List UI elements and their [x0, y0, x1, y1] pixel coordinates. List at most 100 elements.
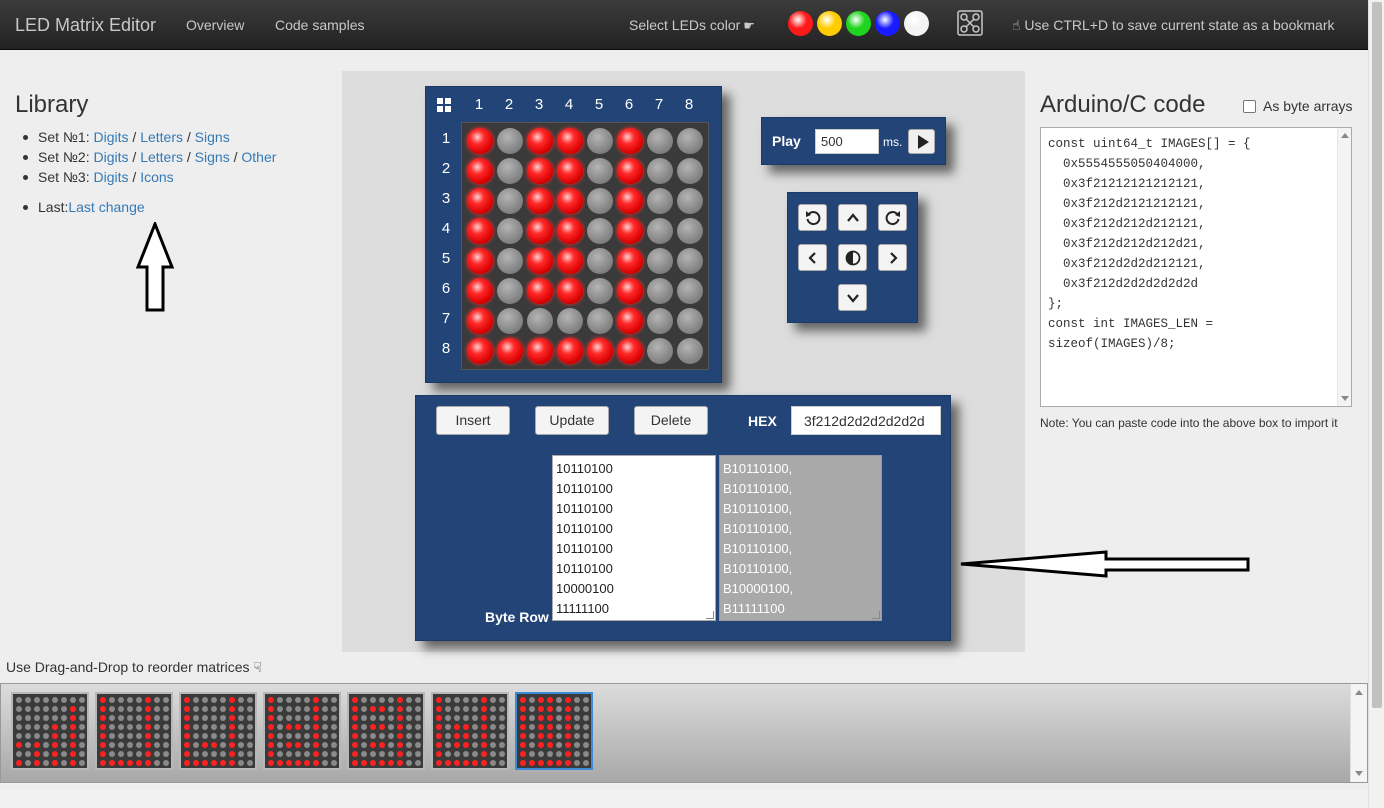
set2-digits-link[interactable]: Digits — [94, 149, 129, 165]
color-green-button[interactable] — [846, 11, 871, 36]
led-cell[interactable] — [527, 248, 553, 274]
column-header[interactable]: 8 — [679, 96, 699, 113]
led-cell[interactable] — [497, 338, 523, 364]
column-header[interactable]: 3 — [529, 96, 549, 113]
led-cell[interactable] — [527, 278, 553, 304]
nav-link-overview[interactable]: Overview — [186, 17, 244, 33]
led-cell[interactable] — [617, 158, 643, 184]
color-white-button[interactable] — [904, 11, 929, 36]
led-cell[interactable] — [587, 248, 613, 274]
optimize-icon[interactable] — [957, 10, 983, 36]
led-cell[interactable] — [587, 188, 613, 214]
led-cell[interactable] — [677, 188, 703, 214]
delete-button[interactable]: Delete — [634, 406, 708, 435]
led-cell[interactable] — [647, 188, 673, 214]
led-cell[interactable] — [497, 188, 523, 214]
set1-digits-link[interactable]: Digits — [94, 129, 129, 145]
led-cell[interactable] — [647, 128, 673, 154]
nav-link-code-samples[interactable]: Code samples — [275, 17, 365, 33]
set3-icons-link[interactable]: Icons — [140, 169, 173, 185]
led-cell[interactable] — [467, 338, 493, 364]
column-header[interactable]: 2 — [499, 96, 519, 113]
byte-code-textarea[interactable]: B10110100, B10110100, B10110100, B10110100,… — [719, 455, 882, 621]
led-cell[interactable] — [467, 188, 493, 214]
set2-signs-link[interactable]: Signs — [195, 149, 230, 165]
led-cell[interactable] — [497, 158, 523, 184]
led-cell[interactable] — [677, 308, 703, 334]
last-change-link[interactable]: Last change — [68, 199, 144, 215]
column-header[interactable]: 1 — [469, 96, 489, 113]
led-cell[interactable] — [647, 158, 673, 184]
led-cell[interactable] — [677, 338, 703, 364]
led-cell[interactable] — [677, 218, 703, 244]
led-cell[interactable] — [527, 218, 553, 244]
led-cell[interactable] — [677, 278, 703, 304]
play-delay-input[interactable] — [815, 129, 879, 154]
led-cell[interactable] — [587, 218, 613, 244]
row-header[interactable]: 1 — [436, 130, 456, 147]
led-cell[interactable] — [527, 188, 553, 214]
row-header[interactable]: 8 — [436, 340, 456, 357]
led-cell[interactable] — [617, 188, 643, 214]
led-cell[interactable] — [557, 248, 583, 274]
shift-down-button[interactable] — [838, 284, 867, 311]
rotate-right-button[interactable] — [878, 204, 907, 231]
led-cell[interactable] — [617, 218, 643, 244]
matrix-thumbnail[interactable] — [263, 692, 341, 770]
led-cell[interactable] — [647, 338, 673, 364]
led-cell[interactable] — [587, 308, 613, 334]
led-cell[interactable] — [587, 338, 613, 364]
led-cell[interactable] — [647, 308, 673, 334]
matrix-thumbnail[interactable] — [431, 692, 509, 770]
led-cell[interactable] — [557, 278, 583, 304]
led-cell[interactable] — [647, 218, 673, 244]
page-scrollbar-thumb[interactable] — [1372, 2, 1382, 708]
resize-handle[interactable] — [872, 611, 880, 619]
row-header[interactable]: 5 — [436, 250, 456, 267]
led-cell[interactable] — [557, 218, 583, 244]
led-cell[interactable] — [527, 338, 553, 364]
set3-digits-link[interactable]: Digits — [94, 169, 129, 185]
led-cell[interactable] — [617, 278, 643, 304]
led-cell[interactable] — [677, 158, 703, 184]
column-header[interactable]: 6 — [619, 96, 639, 113]
set2-other-link[interactable]: Other — [241, 149, 276, 165]
led-cell[interactable] — [467, 158, 493, 184]
resize-handle[interactable] — [706, 611, 714, 619]
led-cell[interactable] — [557, 128, 583, 154]
shift-up-button[interactable] — [838, 204, 867, 231]
set1-letters-link[interactable]: Letters — [140, 129, 183, 145]
led-cell[interactable] — [557, 188, 583, 214]
page-scrollbar[interactable] — [1368, 0, 1384, 808]
led-cell[interactable] — [467, 218, 493, 244]
binary-rows-textarea[interactable]: 10110100 10110100 10110100 10110100 10110100… — [552, 455, 716, 621]
row-header[interactable]: 6 — [436, 280, 456, 297]
column-header[interactable]: 4 — [559, 96, 579, 113]
shift-left-button[interactable] — [798, 244, 827, 271]
led-cell[interactable] — [497, 278, 523, 304]
byte-arrays-checkbox[interactable] — [1243, 100, 1256, 113]
led-cell[interactable] — [467, 248, 493, 274]
led-cell[interactable] — [467, 308, 493, 334]
row-header[interactable]: 7 — [436, 310, 456, 327]
color-red-button[interactable] — [788, 11, 813, 36]
matrix-thumbnail[interactable] — [179, 692, 257, 770]
rotate-left-button[interactable] — [798, 204, 827, 231]
code-scrollbar[interactable] — [1337, 128, 1351, 406]
hex-input[interactable] — [791, 406, 941, 435]
led-cell[interactable] — [527, 158, 553, 184]
led-cell[interactable] — [617, 338, 643, 364]
led-cell[interactable] — [467, 128, 493, 154]
led-cell[interactable] — [677, 248, 703, 274]
led-cell[interactable] — [467, 278, 493, 304]
brand-link[interactable]: LED Matrix Editor — [15, 15, 156, 36]
color-yellow-button[interactable] — [817, 11, 842, 36]
led-cell[interactable] — [647, 248, 673, 274]
grid-toggle-icon[interactable] — [437, 98, 451, 112]
insert-button[interactable]: Insert — [436, 406, 510, 435]
led-cell[interactable] — [587, 158, 613, 184]
arduino-code-textarea[interactable]: const uint64_t IMAGES[] = { 0x5554555050… — [1040, 127, 1352, 407]
led-cell[interactable] — [497, 248, 523, 274]
led-cell[interactable] — [527, 128, 553, 154]
play-button[interactable] — [908, 129, 935, 154]
